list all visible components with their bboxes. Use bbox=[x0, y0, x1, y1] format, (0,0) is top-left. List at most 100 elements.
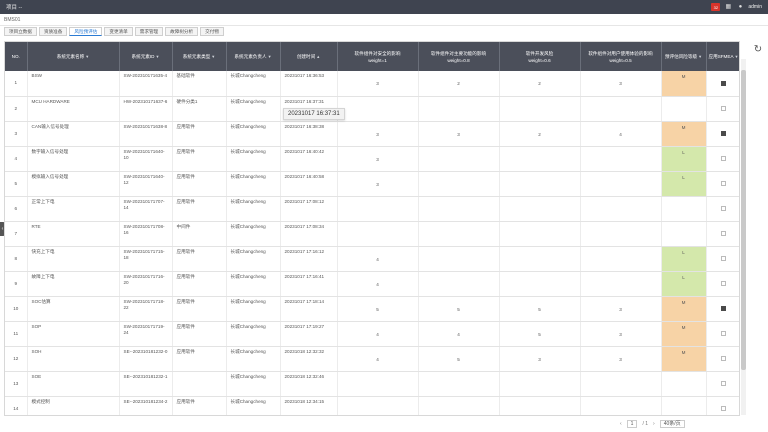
sfmea-checkbox[interactable] bbox=[721, 280, 726, 286]
table-row[interactable]: 8 快充上下电 SW-202310171715-18 应用软件 长城Changcheng… bbox=[5, 246, 739, 272]
cell-score-w2[interactable] bbox=[418, 96, 500, 122]
cell-name[interactable]: BSW bbox=[27, 71, 120, 97]
cell-score-w1[interactable]: 4 bbox=[337, 321, 419, 347]
cell-score-w2[interactable] bbox=[418, 196, 500, 222]
tab-5[interactable]: 故障树分析 bbox=[165, 27, 199, 36]
cell-score-w3[interactable]: 2 bbox=[499, 71, 581, 97]
table-row[interactable]: 3 CAN输入信号处理 SW-202310171638-8 应用软件 长城Changch… bbox=[5, 121, 739, 147]
cell-score-w1[interactable]: 3 bbox=[337, 71, 419, 97]
cell-score-w1[interactable]: 4 bbox=[337, 271, 419, 297]
sfmea-checkbox[interactable] bbox=[721, 255, 726, 261]
sfmea-checkbox[interactable] bbox=[721, 305, 726, 311]
table-row[interactable]: 14 模式控制 SE--202310181234-2 应用软件 长城Changcheng… bbox=[5, 396, 739, 415]
cell-score-w3[interactable] bbox=[499, 171, 581, 197]
prev-page-icon[interactable]: ‹ bbox=[620, 421, 622, 427]
user-name[interactable]: admin bbox=[748, 4, 762, 10]
cell-score-w1[interactable] bbox=[337, 196, 419, 222]
tab-2[interactable]: 风险预评估 bbox=[69, 27, 103, 36]
cell-score-w4[interactable]: 3 bbox=[580, 296, 662, 322]
user-icon[interactable]: ● bbox=[736, 3, 744, 11]
table-row[interactable]: 6 正常上下电 SW-202310171707-14 应用软件 长城Changcheng… bbox=[5, 196, 739, 222]
cell-score-w3[interactable] bbox=[499, 371, 581, 397]
filter-icon[interactable]: ▼ bbox=[698, 54, 702, 59]
cell-score-w2[interactable] bbox=[418, 396, 500, 415]
cell-score-w2[interactable]: 5 bbox=[418, 346, 500, 372]
column-header-7[interactable]: 软件组件对主要功能的影响 weight=0.8 bbox=[418, 42, 500, 71]
notification-badge[interactable]: 32 bbox=[711, 3, 721, 11]
cell-score-w1[interactable]: 4 bbox=[337, 246, 419, 272]
tab-0[interactable]: 项目立数据 bbox=[4, 27, 37, 36]
cell-name[interactable]: RTE bbox=[27, 221, 120, 247]
cell-score-w1[interactable] bbox=[337, 371, 419, 397]
filter-icon[interactable]: ▼ bbox=[85, 54, 89, 59]
sort-icon[interactable]: ▲ bbox=[316, 54, 320, 59]
tab-4[interactable]: 需求管理 bbox=[134, 27, 164, 36]
cell-name[interactable]: CAN输入信号处理 bbox=[27, 121, 120, 147]
cell-score-w1[interactable]: 4 bbox=[337, 346, 419, 372]
cell-score-w3[interactable]: 2 bbox=[499, 121, 581, 147]
cell-score-w2[interactable]: 2 bbox=[418, 71, 500, 97]
cell-score-w4[interactable] bbox=[580, 96, 662, 122]
sfmea-checkbox[interactable] bbox=[721, 105, 726, 111]
cell-score-w1[interactable]: 5 bbox=[337, 296, 419, 322]
column-header-4[interactable]: 系统元素负责人▼ bbox=[226, 42, 281, 71]
cell-score-w2[interactable] bbox=[418, 371, 500, 397]
sfmea-checkbox[interactable] bbox=[721, 155, 726, 161]
cell-score-w2[interactable]: 5 bbox=[418, 296, 500, 322]
table-row[interactable]: 7 RTE SW-202310171708-16 中间件 长城Changcheng 202… bbox=[5, 221, 739, 247]
cell-score-w2[interactable] bbox=[418, 246, 500, 272]
column-header-8[interactable]: 软件开发风险 weight=0.6 bbox=[499, 42, 581, 71]
next-page-icon[interactable]: › bbox=[653, 421, 655, 427]
cell-score-w3[interactable]: 3 bbox=[499, 346, 581, 372]
cell-score-w1[interactable] bbox=[337, 221, 419, 247]
filter-icon[interactable]: ▼ bbox=[735, 54, 739, 59]
filter-icon[interactable]: ▼ bbox=[211, 54, 215, 59]
tab-1[interactable]: 资质准备 bbox=[38, 27, 68, 36]
cell-name[interactable]: 故障上下电 bbox=[27, 271, 120, 297]
cell-score-w3[interactable] bbox=[499, 246, 581, 272]
sfmea-checkbox[interactable] bbox=[721, 80, 726, 86]
cell-score-w1[interactable]: 3 bbox=[337, 146, 419, 172]
page-input[interactable]: 1 bbox=[626, 419, 638, 428]
cell-score-w1[interactable] bbox=[337, 396, 419, 415]
column-header-10[interactable]: 预评估风险等级▼ bbox=[661, 42, 707, 71]
cell-score-w4[interactable]: 4 bbox=[580, 121, 662, 147]
sfmea-checkbox[interactable] bbox=[721, 205, 726, 211]
cell-name[interactable]: 正常上下电 bbox=[27, 196, 120, 222]
sfmea-checkbox[interactable] bbox=[721, 180, 726, 186]
filter-icon[interactable]: ▼ bbox=[268, 54, 272, 59]
tab-6[interactable]: 交付物 bbox=[200, 27, 224, 36]
sfmea-checkbox[interactable] bbox=[721, 230, 726, 236]
filter-icon[interactable]: ▼ bbox=[156, 54, 160, 59]
sfmea-checkbox[interactable] bbox=[721, 355, 726, 361]
cell-score-w3[interactable] bbox=[499, 146, 581, 172]
page-size-select[interactable]: 40条/页 bbox=[659, 419, 685, 428]
sfmea-checkbox[interactable] bbox=[721, 130, 726, 136]
cell-name[interactable]: SOC估算 bbox=[27, 296, 120, 322]
column-header-11[interactable]: 应用SFMEA▼ bbox=[706, 42, 739, 71]
cell-score-w3[interactable] bbox=[499, 221, 581, 247]
table-row[interactable]: 10 SOC估算 SW-202310171718-22 应用软件 长城Changchen… bbox=[5, 296, 739, 322]
cell-score-w4[interactable]: 3 bbox=[580, 71, 662, 97]
cell-score-w4[interactable] bbox=[580, 271, 662, 297]
column-header-9[interactable]: 软件组件对用户使用体验的影响 weight=0.5 bbox=[580, 42, 662, 71]
grid-icon[interactable]: ▦ bbox=[724, 3, 732, 11]
cell-name[interactable]: SOH bbox=[27, 346, 120, 372]
cell-score-w3[interactable]: 5 bbox=[499, 296, 581, 322]
table-row[interactable]: 12 SOH SE--202310181232-0 应用软件 长城Changcheng 2… bbox=[5, 346, 739, 372]
cell-name[interactable]: 模拟输入信号处理 bbox=[27, 171, 120, 197]
cell-score-w2[interactable] bbox=[418, 221, 500, 247]
cell-name[interactable]: 快充上下电 bbox=[27, 246, 120, 272]
cell-score-w4[interactable] bbox=[580, 171, 662, 197]
sfmea-checkbox[interactable] bbox=[721, 330, 726, 336]
cell-name[interactable]: MCU HARDWARE bbox=[27, 96, 120, 122]
cell-score-w4[interactable] bbox=[580, 371, 662, 397]
cell-name[interactable]: 数字输入信号处理 bbox=[27, 146, 120, 172]
column-header-0[interactable]: NO. bbox=[5, 42, 28, 71]
cell-score-w1[interactable] bbox=[337, 96, 419, 122]
cell-score-w2[interactable] bbox=[418, 171, 500, 197]
table-row[interactable]: 4 数字输入信号处理 SW-202310171640-10 应用软件 长城Changch… bbox=[5, 146, 739, 172]
tab-3[interactable]: 变更清单 bbox=[104, 27, 133, 36]
cell-name[interactable]: SOP bbox=[27, 321, 120, 347]
table-row[interactable]: 5 模拟输入信号处理 SW-202310171640-12 应用软件 长城Changch… bbox=[5, 171, 739, 197]
